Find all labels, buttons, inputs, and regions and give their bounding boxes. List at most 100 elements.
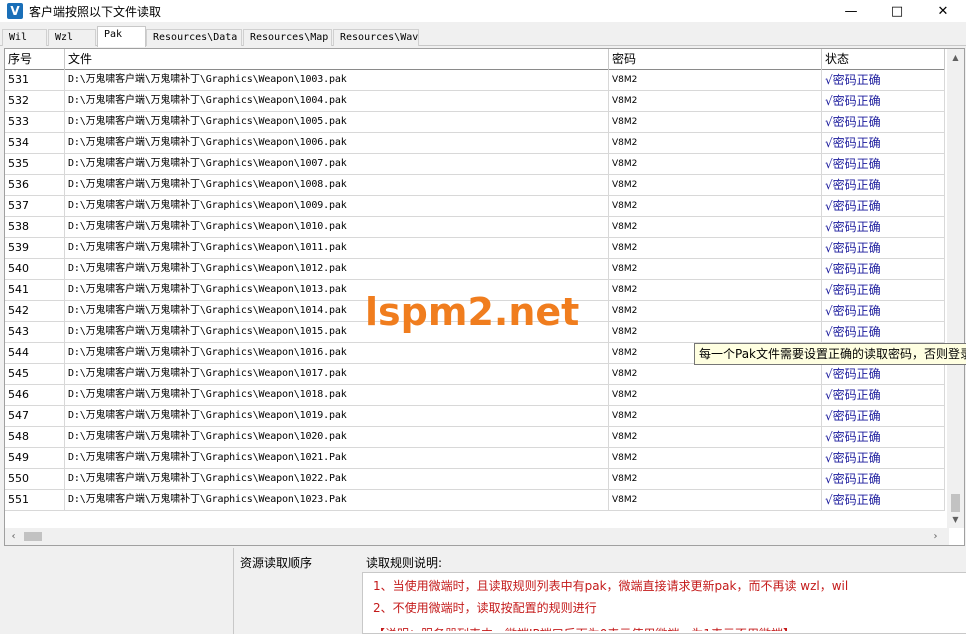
grid-header: 序号 文件 密码 状态	[5, 49, 945, 70]
rules-title: 读取规则说明:	[366, 556, 443, 570]
load-order-list[interactable]	[236, 572, 346, 634]
table-row[interactable]: 532 D:\万鬼啸客户端\万鬼啸补丁\Graphics\Weapon\1004.…	[5, 91, 945, 112]
row-index: 541	[5, 280, 65, 300]
row-status: √密码正确	[822, 238, 945, 258]
table-row[interactable]: 550 D:\万鬼啸客户端\万鬼啸补丁\Graphics\Weapon\1022.…	[5, 469, 945, 490]
table-row[interactable]: 551 D:\万鬼啸客户端\万鬼啸补丁\Graphics\Weapon\1023.…	[5, 490, 945, 511]
row-status: √密码正确	[822, 91, 945, 111]
scroll-down-icon[interactable]: ▼	[947, 511, 964, 528]
row-file-path: D:\万鬼啸客户端\万鬼啸补丁\Graphics\Weapon\1016.pak	[65, 343, 609, 363]
rule-line: 【说明：服务器列表中，微端IP端口后面为0表示使用微端，为1表示不用微端】	[373, 621, 966, 631]
row-index: 550	[5, 469, 65, 489]
row-index: 531	[5, 70, 65, 90]
row-file-path: D:\万鬼啸客户端\万鬼啸补丁\Graphics\Weapon\1020.pak	[65, 427, 609, 447]
row-password: V8M2	[609, 91, 822, 111]
rule-line: 1、当使用微端时，且读取规则列表中有pak，微端直接请求更新pak，而不再读 w…	[373, 579, 849, 593]
row-file-path: D:\万鬼啸客户端\万鬼啸补丁\Graphics\Weapon\1003.pak	[65, 70, 609, 90]
table-row[interactable]: 547 D:\万鬼啸客户端\万鬼啸补丁\Graphics\Weapon\1019.…	[5, 406, 945, 427]
column-header-password[interactable]: 密码	[609, 49, 822, 70]
row-file-path: D:\万鬼啸客户端\万鬼啸补丁\Graphics\Weapon\1010.pak	[65, 217, 609, 237]
row-password: V8M2	[609, 364, 822, 384]
window-controls: — □ ✕	[828, 0, 966, 22]
tab-strip: Wil Wzl Pak Resources\Data Resources\Map…	[0, 26, 966, 47]
row-file-path: D:\万鬼啸客户端\万鬼啸补丁\Graphics\Weapon\1006.pak	[65, 133, 609, 153]
table-row[interactable]: 537 D:\万鬼啸客户端\万鬼啸补丁\Graphics\Weapon\1009.…	[5, 196, 945, 217]
row-status: √密码正确	[822, 112, 945, 132]
tab-resources-data[interactable]: Resources\Data	[146, 29, 242, 46]
row-index: 540	[5, 259, 65, 279]
scroll-left-icon[interactable]: ‹	[5, 528, 22, 545]
horizontal-scrollbar[interactable]: ‹ ›	[5, 528, 949, 545]
row-status: √密码正确	[822, 175, 945, 195]
rule-line: 2、不使用微端时，读取按配置的规则进行	[373, 601, 597, 615]
table-row[interactable]: 546 D:\万鬼啸客户端\万鬼啸补丁\Graphics\Weapon\1018.…	[5, 385, 945, 406]
tab-resources-map[interactable]: Resources\Map	[243, 29, 332, 46]
row-file-path: D:\万鬼啸客户端\万鬼啸补丁\Graphics\Weapon\1009.pak	[65, 196, 609, 216]
row-status: √密码正确	[822, 406, 945, 426]
row-password: V8M2	[609, 322, 822, 342]
column-header-status[interactable]: 状态	[822, 49, 945, 70]
row-password: V8M2	[609, 112, 822, 132]
row-password: V8M2	[609, 469, 822, 489]
rules-text-box[interactable]: 1、当使用微端时，且读取规则列表中有pak，微端直接请求更新pak，而不再读 w…	[362, 572, 966, 634]
vertical-scrollbar[interactable]: ▲ ▼	[947, 49, 964, 528]
close-button[interactable]: ✕	[920, 0, 966, 22]
row-index: 545	[5, 364, 65, 384]
row-status: √密码正确	[822, 280, 945, 300]
row-password: V8M2	[609, 70, 822, 90]
row-password: V8M2	[609, 175, 822, 195]
row-index: 539	[5, 238, 65, 258]
minimize-button[interactable]: —	[828, 0, 874, 22]
horizontal-scroll-thumb[interactable]	[24, 532, 42, 541]
table-row[interactable]: 536 D:\万鬼啸客户端\万鬼啸补丁\Graphics\Weapon\1008.…	[5, 175, 945, 196]
row-index: 543	[5, 322, 65, 342]
row-status: √密码正确	[822, 490, 945, 510]
scroll-up-icon[interactable]: ▲	[947, 49, 964, 66]
table-row[interactable]: 539 D:\万鬼啸客户端\万鬼啸补丁\Graphics\Weapon\1011.…	[5, 238, 945, 259]
table-row[interactable]: 540 D:\万鬼啸客户端\万鬼啸补丁\Graphics\Weapon\1012.…	[5, 259, 945, 280]
row-index: 536	[5, 175, 65, 195]
load-order-panel: 资源读取顺序	[233, 548, 353, 634]
window-title: 客户端按照以下文件读取	[29, 4, 162, 19]
row-file-path: D:\万鬼啸客户端\万鬼啸补丁\Graphics\Weapon\1018.pak	[65, 385, 609, 405]
tab-resources-wav[interactable]: Resources\Wav	[333, 29, 419, 46]
table-row[interactable]: 548 D:\万鬼啸客户端\万鬼啸补丁\Graphics\Weapon\1020.…	[5, 427, 945, 448]
row-file-path: D:\万鬼啸客户端\万鬼啸补丁\Graphics\Weapon\1023.Pak	[65, 490, 609, 510]
table-row[interactable]: 538 D:\万鬼啸客户端\万鬼啸补丁\Graphics\Weapon\1010.…	[5, 217, 945, 238]
row-index: 535	[5, 154, 65, 174]
table-row[interactable]: 533 D:\万鬼啸客户端\万鬼啸补丁\Graphics\Weapon\1005.…	[5, 112, 945, 133]
table-row[interactable]: 549 D:\万鬼啸客户端\万鬼啸补丁\Graphics\Weapon\1021.…	[5, 448, 945, 469]
row-index: 547	[5, 406, 65, 426]
vertical-scroll-thumb[interactable]	[951, 494, 960, 512]
row-status: √密码正确	[822, 364, 945, 384]
row-password: V8M2	[609, 385, 822, 405]
title-bar: V 客户端按照以下文件读取 — □ ✕	[0, 0, 966, 22]
row-status: √密码正确	[822, 70, 945, 90]
row-file-path: D:\万鬼啸客户端\万鬼啸补丁\Graphics\Weapon\1017.pak	[65, 364, 609, 384]
row-status: √密码正确	[822, 133, 945, 153]
row-status: √密码正确	[822, 385, 945, 405]
column-header-index[interactable]: 序号	[5, 49, 65, 70]
rules-panel: 读取规则说明: 1、当使用微端时，且读取规则列表中有pak，微端直接请求更新pa…	[360, 548, 966, 634]
tab-wil[interactable]: Wil	[2, 29, 47, 46]
table-row[interactable]: 531 D:\万鬼啸客户端\万鬼啸补丁\Graphics\Weapon\1003.…	[5, 70, 945, 91]
table-row[interactable]: 534 D:\万鬼啸客户端\万鬼啸补丁\Graphics\Weapon\1006.…	[5, 133, 945, 154]
row-status: √密码正确	[822, 154, 945, 174]
row-password: V8M2	[609, 448, 822, 468]
row-status: √密码正确	[822, 217, 945, 237]
watermark-text: lspm2.net	[365, 290, 580, 334]
row-password: V8M2	[609, 154, 822, 174]
table-row[interactable]: 545 D:\万鬼啸客户端\万鬼啸补丁\Graphics\Weapon\1017.…	[5, 364, 945, 385]
table-row[interactable]: 535 D:\万鬼啸客户端\万鬼啸补丁\Graphics\Weapon\1007.…	[5, 154, 945, 175]
column-header-file[interactable]: 文件	[65, 49, 609, 70]
row-index: 533	[5, 112, 65, 132]
row-file-path: D:\万鬼啸客户端\万鬼啸补丁\Graphics\Weapon\1004.pak	[65, 91, 609, 111]
row-password: V8M2	[609, 406, 822, 426]
tab-wzl[interactable]: Wzl	[48, 29, 96, 46]
maximize-button[interactable]: □	[874, 0, 920, 22]
scroll-right-icon[interactable]: ›	[927, 528, 944, 545]
row-file-path: D:\万鬼啸客户端\万鬼啸补丁\Graphics\Weapon\1007.pak	[65, 154, 609, 174]
tab-pak[interactable]: Pak	[97, 26, 146, 47]
row-password: V8M2	[609, 259, 822, 279]
row-index: 549	[5, 448, 65, 468]
